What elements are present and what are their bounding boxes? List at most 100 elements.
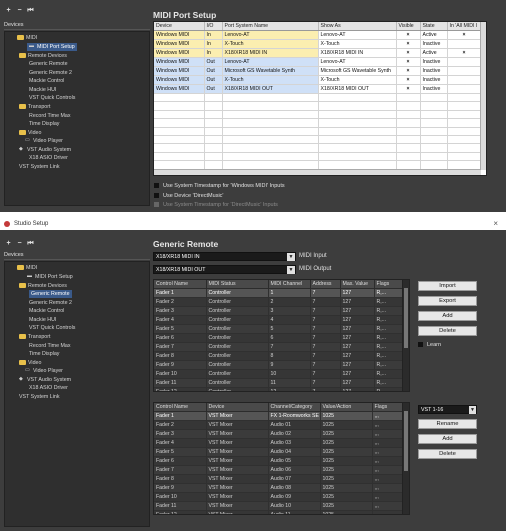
table-cell[interactable]: R,... bbox=[374, 360, 405, 370]
reset-device-button[interactable]: ⏮ bbox=[26, 6, 35, 15]
table-cell[interactable]: Controller bbox=[206, 378, 269, 388]
table-cell[interactable]: Fader 9 bbox=[154, 360, 207, 370]
tree-item[interactable]: Generic Remote 2 bbox=[29, 299, 72, 307]
column-header[interactable]: I/O bbox=[204, 22, 223, 31]
cell-visible[interactable]: × bbox=[396, 75, 421, 85]
table-cell[interactable]: 1025 bbox=[320, 483, 373, 493]
cell-visible[interactable]: × bbox=[396, 30, 421, 40]
table-cell[interactable]: R,... bbox=[374, 342, 405, 352]
table-row[interactable]: Windows MIDI Out X-Touch X-Touch × Inactive bbox=[154, 75, 482, 85]
learn-checkbox[interactable]: Learn bbox=[418, 342, 441, 348]
checkbox-box[interactable] bbox=[154, 193, 159, 199]
tree-item[interactable]: VST Quick Controls bbox=[29, 324, 75, 332]
tree-item[interactable]: Mackie HUI bbox=[29, 86, 56, 94]
table-cell[interactable]: 10 bbox=[268, 369, 311, 379]
import-button[interactable]: Import bbox=[418, 281, 477, 291]
tree-item[interactable]: Video bbox=[19, 359, 41, 367]
column-header[interactable]: Address bbox=[310, 280, 341, 289]
timestamp-checkbox[interactable]: Use System Timestamp for 'Windows MIDI' … bbox=[154, 182, 285, 190]
tree-item[interactable]: VST System Link bbox=[19, 163, 60, 171]
cell-show-as[interactable]: X18/XR18 MIDI IN bbox=[318, 48, 397, 58]
cell-visible[interactable]: × bbox=[396, 48, 421, 58]
cell-visible[interactable]: × bbox=[396, 84, 421, 94]
table-cell[interactable]: Fader 4 bbox=[154, 438, 207, 448]
table-cell[interactable]: Fader 3 bbox=[154, 429, 207, 439]
tree-item[interactable]: Record Time Max bbox=[29, 342, 71, 350]
table-cell[interactable]: VST Mixer bbox=[206, 474, 269, 484]
cell-show-as[interactable]: Microsoft GS Wavetable Synth bbox=[318, 66, 397, 76]
tree-item[interactable]: Generic Remote 2 bbox=[29, 69, 72, 77]
table-row[interactable]: Fader 11 Controller 11 7 127 R,... bbox=[154, 378, 405, 388]
cell-show-as[interactable]: Lenovo-AT bbox=[318, 57, 397, 67]
tree-item[interactable]: Transport bbox=[19, 103, 50, 111]
table-cell[interactable]: Fader 4 bbox=[154, 315, 207, 325]
table-cell[interactable]: Audio 11 bbox=[268, 510, 321, 514]
cell-show-as[interactable]: X18/XR18 MIDI OUT bbox=[318, 84, 397, 94]
cell-all-midi[interactable] bbox=[447, 84, 482, 94]
column-header[interactable]: Port System Name bbox=[222, 22, 319, 31]
table-row[interactable]: Fader 5 VST Mixer Audio 04 1025,,, bbox=[154, 447, 405, 457]
delete-button[interactable]: Delete bbox=[418, 449, 477, 459]
table-cell[interactable]: VST Mixer bbox=[206, 447, 269, 457]
table-row[interactable]: Fader 4 Controller 4 7 127 R,... bbox=[154, 315, 405, 325]
add-device-button[interactable]: + bbox=[4, 239, 13, 248]
table-cell[interactable]: 1025 bbox=[320, 492, 373, 502]
table-row[interactable]: Fader 9 Controller 9 7 127 R,... bbox=[154, 360, 405, 370]
table-cell[interactable]: 7 bbox=[310, 360, 341, 370]
tree-item[interactable]: ◆ VST Audio System bbox=[19, 376, 71, 384]
table-cell[interactable]: 7 bbox=[310, 333, 341, 343]
table-cell[interactable]: 1025 bbox=[320, 456, 373, 466]
table-cell[interactable]: Fader 5 bbox=[154, 447, 207, 457]
table-cell[interactable]: 127 bbox=[340, 387, 375, 391]
table-cell[interactable]: Fader 8 bbox=[154, 474, 207, 484]
table-row[interactable]: Fader 2 VST Mixer Audio 01 1025,,, bbox=[154, 420, 405, 430]
table-cell[interactable]: 7 bbox=[268, 342, 311, 352]
table-cell[interactable]: 127 bbox=[340, 369, 375, 379]
scroll-thumb[interactable] bbox=[404, 288, 408, 348]
column-header[interactable]: In 'All MIDI I bbox=[447, 22, 482, 31]
table-cell[interactable]: VST Mixer bbox=[206, 429, 269, 439]
table-cell[interactable]: R,... bbox=[374, 369, 405, 379]
column-header[interactable]: Device bbox=[154, 22, 205, 31]
table-cell[interactable]: Controller bbox=[206, 333, 269, 343]
table-cell[interactable]: 1025 bbox=[320, 510, 373, 514]
cell-all-midi[interactable] bbox=[447, 39, 482, 49]
delete-button[interactable]: Delete bbox=[418, 326, 477, 336]
table-cell[interactable]: Fader 7 bbox=[154, 465, 207, 475]
table-cell[interactable]: Controller bbox=[206, 360, 269, 370]
table-cell[interactable]: Controller bbox=[206, 297, 269, 307]
table-cell[interactable]: Audio 02 bbox=[268, 429, 321, 439]
table-cell[interactable]: Audio 07 bbox=[268, 474, 321, 484]
table-cell[interactable]: 1025 bbox=[320, 501, 373, 511]
table-cell[interactable]: Controller bbox=[206, 351, 269, 361]
table-cell[interactable]: ,,, bbox=[372, 456, 405, 466]
tree-item[interactable]: X18 ASIO Driver bbox=[29, 154, 68, 162]
add-device-button[interactable]: + bbox=[4, 6, 13, 15]
add-button[interactable]: Add bbox=[418, 311, 477, 321]
table-cell[interactable]: ,,, bbox=[372, 483, 405, 493]
table-cell[interactable]: Controller bbox=[206, 342, 269, 352]
cell-show-as[interactable]: X-Touch bbox=[318, 39, 397, 49]
cell-all-midi[interactable]: × bbox=[447, 30, 482, 40]
table-cell[interactable]: Fader 2 bbox=[154, 297, 207, 307]
column-header[interactable]: Control Name bbox=[154, 280, 207, 289]
tree-item[interactable]: ▬ MIDI Port Setup bbox=[27, 43, 77, 51]
table-row[interactable]: Fader 11 VST Mixer Audio 10 1025,,, bbox=[154, 501, 405, 511]
table-row[interactable]: Fader 7 Controller 7 7 127 R,... bbox=[154, 342, 405, 352]
tree-item[interactable]: MIDI bbox=[17, 264, 37, 272]
table-cell[interactable]: R,... bbox=[374, 306, 405, 316]
tree-item[interactable]: Remote Devices bbox=[19, 52, 67, 60]
table-cell[interactable]: 12 bbox=[268, 387, 311, 391]
table-row[interactable]: Fader 3 VST Mixer Audio 02 1025,,, bbox=[154, 429, 405, 439]
export-button[interactable]: Export bbox=[418, 296, 477, 306]
table-cell[interactable]: Audio 01 bbox=[268, 420, 321, 430]
tree-item[interactable]: Record Time Max bbox=[29, 112, 71, 120]
tree-item[interactable]: ◆ VST Audio System bbox=[19, 146, 71, 154]
table-cell[interactable]: VST Mixer bbox=[206, 411, 269, 421]
table-cell[interactable]: Fader 10 bbox=[154, 369, 207, 379]
table-cell[interactable]: Fader 9 bbox=[154, 483, 207, 493]
table-cell[interactable]: ,,, bbox=[372, 447, 405, 457]
table-row[interactable]: Fader 3 Controller 3 7 127 R,... bbox=[154, 306, 405, 316]
table-cell[interactable]: Controller bbox=[206, 387, 269, 391]
table-cell[interactable]: VST Mixer bbox=[206, 456, 269, 466]
